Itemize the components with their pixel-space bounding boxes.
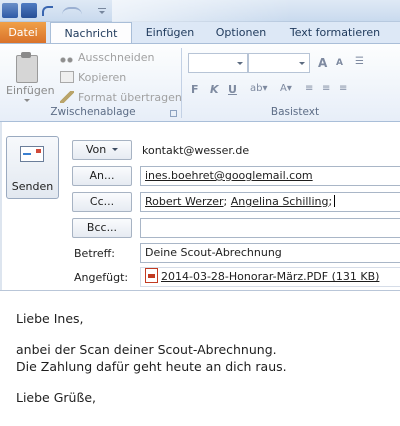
format-painter-label: Format übertragen — [78, 91, 182, 104]
paste-label: Einfügen — [6, 84, 55, 97]
bcc-button[interactable]: Bcc... — [72, 218, 132, 238]
recipient-separator: ; — [223, 195, 231, 208]
align-left-icon[interactable]: ≡ — [305, 83, 313, 94]
recipient-separator: ; — [328, 195, 333, 208]
subject-value: Deine Scout-Abrechnung — [145, 246, 282, 259]
send-label: Senden — [11, 180, 54, 193]
font-size-select[interactable] — [248, 53, 310, 73]
undo-icon[interactable] — [40, 3, 54, 18]
shrink-font-button[interactable]: A — [336, 58, 343, 68]
cut-label: Ausschneiden — [78, 51, 155, 64]
title-bar-fade — [112, 0, 292, 22]
clipboard-icon — [14, 52, 38, 83]
bold-button[interactable]: F — [191, 83, 199, 96]
from-address: kontakt@wesser.de — [142, 144, 250, 157]
body-line: anbei der Scan deiner Scout-Abrechnung. — [16, 342, 277, 357]
cc-recipient[interactable]: Angelina Schilling — [231, 195, 329, 208]
customize-toolbar-icon[interactable] — [96, 3, 108, 18]
attachment-field: 2014-03-28-Honorar-März.PDF (131 KB) — [140, 267, 400, 287]
body-closing: Liebe Grüße, — [16, 390, 97, 405]
body-greeting: Liebe Ines, — [16, 311, 84, 326]
scissors-icon — [60, 51, 74, 63]
subject-input[interactable]: Deine Scout-Abrechnung — [140, 243, 400, 263]
copy-icon — [60, 71, 74, 83]
format-painter-icon — [60, 91, 74, 103]
italic-button[interactable]: K — [210, 83, 219, 96]
copy-button[interactable]: Kopieren — [60, 70, 126, 86]
to-recipient[interactable]: ines.boehret@googlemail.com — [145, 169, 313, 182]
attached-label: Angefügt: — [74, 271, 129, 284]
basic-text-group-label: Basistext — [270, 106, 320, 118]
tab-insert[interactable]: Einfügen — [138, 22, 202, 43]
cc-recipient[interactable]: Robert Werzer — [145, 195, 224, 208]
cc-field[interactable]: Robert Werzer; Angelina Schilling; — [140, 192, 400, 212]
pdf-icon — [145, 268, 158, 283]
align-center-icon[interactable]: ≡ — [322, 83, 330, 94]
tab-options[interactable]: Optionen — [208, 22, 274, 43]
format-painter-button[interactable]: Format übertragen — [60, 90, 182, 106]
cut-button[interactable]: Ausschneiden — [60, 50, 155, 66]
save-icon[interactable] — [21, 3, 37, 18]
cc-button[interactable]: Cc... — [72, 192, 132, 212]
highlight-icon[interactable]: ab▾ — [250, 83, 268, 94]
bcc-field[interactable] — [140, 218, 400, 238]
header-body-divider — [0, 290, 400, 291]
compose-left-margin — [0, 122, 2, 290]
chevron-down-icon — [112, 148, 119, 154]
tab-message[interactable]: Nachricht — [50, 22, 132, 43]
grow-font-button[interactable]: A — [318, 56, 327, 70]
outlook-app-icon[interactable] — [2, 3, 18, 18]
group-divider — [181, 48, 182, 118]
underline-button[interactable]: U — [228, 83, 237, 96]
chevron-down-icon — [24, 99, 30, 105]
quick-access-toolbar — [0, 0, 400, 22]
attachment-link[interactable]: 2014-03-28-Honorar-März.PDF (131 KB) — [161, 270, 379, 283]
from-button-label: Von — [85, 143, 107, 156]
ribbon-panel: Einfügen Ausschneiden Kopieren Format üb… — [0, 43, 400, 122]
message-body[interactable]: Liebe Ines, anbei der Scan deiner Scout-… — [16, 310, 396, 406]
to-button[interactable]: An... — [72, 166, 132, 186]
align-right-icon[interactable]: ≡ — [339, 83, 347, 94]
to-field[interactable]: ines.boehret@googlemail.com — [140, 166, 400, 186]
bullets-icon[interactable]: ☰ — [355, 56, 364, 67]
send-button[interactable]: Senden — [6, 136, 59, 199]
font-color-icon[interactable]: A▾ — [280, 83, 292, 94]
copy-label: Kopieren — [78, 71, 127, 84]
ribbon-tabs: Datei Nachricht Einfügen Optionen Text f… — [0, 22, 400, 43]
dialog-launcher-icon[interactable] — [170, 110, 177, 117]
clipboard-group-label: Zwischenablage — [50, 106, 136, 118]
tab-format-text[interactable]: Text formatieren — [280, 22, 390, 43]
text-cursor — [334, 195, 336, 207]
body-line: Die Zahlung dafür geht heute an dich rau… — [16, 359, 287, 374]
from-button[interactable]: Von — [72, 140, 132, 160]
send-mail-icon — [20, 146, 44, 162]
tab-file[interactable]: Datei — [0, 22, 46, 43]
subject-label: Betreff: — [74, 247, 115, 260]
redo-icon[interactable] — [58, 3, 88, 18]
font-family-select[interactable] — [188, 53, 248, 73]
